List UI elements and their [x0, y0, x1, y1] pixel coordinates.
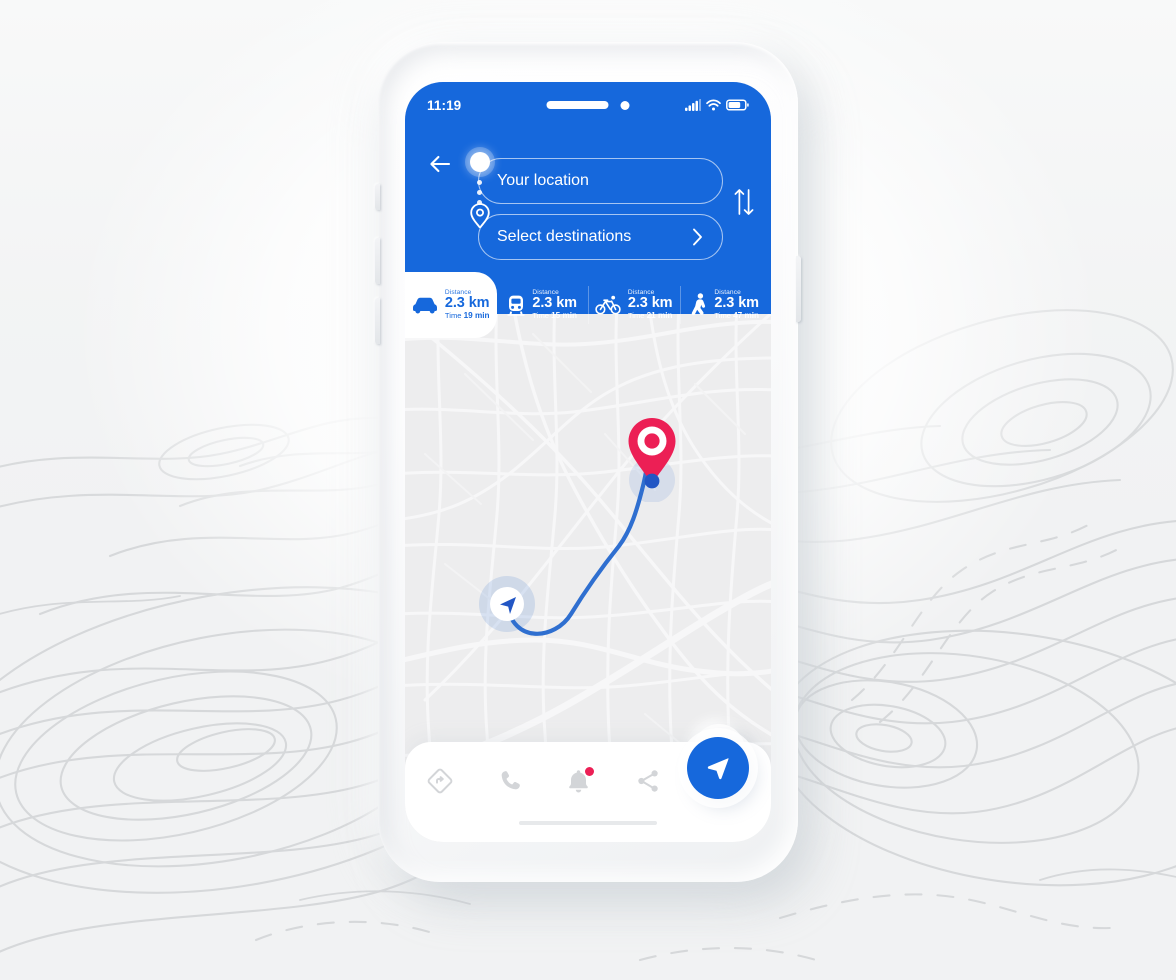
phone-volume-down-button[interactable]: [375, 298, 380, 344]
notification-badge: [585, 767, 595, 776]
status-bar: 11:19: [405, 94, 771, 116]
scene: 11:19 Your location Select destinations …: [0, 0, 1176, 980]
home-indicator: [519, 821, 657, 825]
phone-screen: 11:19 Your location Select destinations …: [405, 82, 771, 842]
tab-time-value: 19 min: [463, 310, 490, 320]
tab-distance-label: Distance: [444, 289, 472, 297]
transport-tab-info: Distance 2.3 km Time 21 min: [628, 289, 673, 320]
earpiece-speaker-icon: [546, 101, 609, 109]
tab-distance-value: 2.3 km: [714, 295, 759, 312]
tab-distance-value: 2.3 km: [627, 295, 673, 312]
transport-tab-walking[interactable]: Distance 2.3 km Time 47 min: [679, 272, 772, 338]
tab-distance-value: 2.3 km: [532, 295, 577, 312]
swap-vertical-icon[interactable]: [733, 187, 755, 217]
wifi-icon: [706, 99, 721, 111]
share-icon: [638, 770, 658, 792]
bottom-nav-share[interactable]: [635, 768, 661, 794]
tab-time: Time 15 min: [532, 310, 578, 321]
tab-distance-label: Distance: [714, 289, 741, 297]
phone-silent-switch[interactable]: [375, 184, 380, 210]
destination-input[interactable]: Select destinations: [478, 214, 723, 260]
transport-tab-info: Distance 2.3 km Time 15 min: [532, 289, 577, 320]
directions-icon: [427, 768, 453, 794]
walking-icon: [691, 293, 707, 317]
tab-time-label: Time: [532, 310, 549, 320]
phone-volume-up-button[interactable]: [375, 238, 380, 284]
tab-time: Time 19 min: [444, 310, 490, 321]
transport-tab-car[interactable]: Distance 2.3 km Time 19 min: [405, 272, 497, 338]
tab-distance-label: Distance: [532, 289, 559, 297]
bicycle-icon: [595, 295, 621, 315]
car-icon: [412, 296, 438, 314]
chevron-right-icon: [693, 228, 702, 246]
tab-time-value: 15 min: [551, 310, 578, 320]
status-bar-icons: [685, 99, 749, 111]
tab-time-value: 21 min: [646, 310, 673, 320]
tab-time: Time 47 min: [714, 310, 760, 321]
back-arrow-icon[interactable]: [429, 154, 451, 174]
transport-tab-info: Distance 2.3 km Time 47 min: [714, 289, 759, 320]
notch-group: [546, 100, 630, 110]
start-navigation-fab[interactable]: [687, 737, 749, 799]
navigation-arrow-icon: [707, 758, 729, 780]
transport-tab-info: Distance 2.3 km Time 19 min: [445, 289, 490, 320]
origin-input[interactable]: Your location: [478, 158, 723, 204]
bottom-nav-call[interactable]: [497, 768, 523, 794]
front-camera-icon: [620, 100, 630, 110]
bottom-nav-notifications[interactable]: [566, 767, 595, 794]
battery-icon: [726, 99, 749, 111]
tab-distance-label: Distance: [627, 289, 655, 297]
transport-tab-transit[interactable]: Distance 2.3 km Time 15 min: [497, 272, 589, 338]
transport-mode-tabs: Distance 2.3 km Time 19 min Distance 2.3…: [405, 272, 771, 338]
map-origin-marker[interactable]: [473, 570, 541, 643]
tab-distance-value: 2.3 km: [444, 295, 490, 312]
tab-time-value: 47 min: [733, 310, 760, 320]
bottom-nav-directions[interactable]: [427, 768, 453, 794]
signal-bars-icon: [685, 99, 701, 111]
tram-icon: [507, 294, 526, 316]
map-destination-pin[interactable]: [619, 410, 685, 507]
destination-input-value: Select destinations: [497, 228, 632, 245]
phone-power-button[interactable]: [796, 256, 801, 322]
tab-time-label: Time: [444, 310, 462, 320]
tab-time-label: Time: [714, 310, 731, 320]
status-bar-clock: 11:19: [427, 97, 462, 113]
transport-tab-bicycle[interactable]: Distance 2.3 km Time 21 min: [588, 272, 680, 338]
phone-mockup: 11:19 Your location Select destinations …: [375, 42, 801, 882]
phone-icon: [501, 771, 520, 790]
bottom-nav-icons: [405, 758, 683, 804]
tab-time: Time 21 min: [627, 310, 673, 321]
origin-input-value: Your location: [497, 172, 589, 189]
tab-time-label: Time: [627, 310, 645, 320]
